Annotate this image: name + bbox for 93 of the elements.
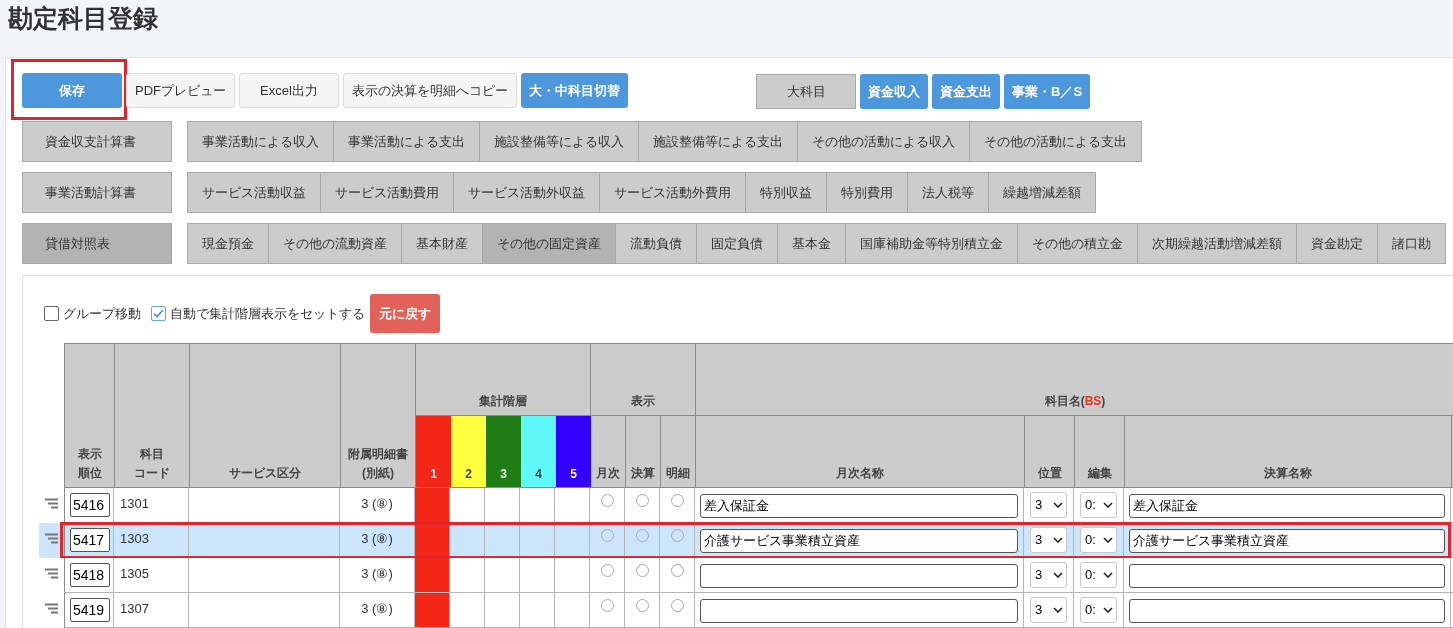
table-cell: 1307 [114,593,189,628]
column-header: 附属明細書 (別紙) [341,344,416,488]
category-tab[interactable]: 流動負債 [616,223,697,264]
column-header: 表示 順位 [65,344,115,488]
toolbar-button[interactable]: 表示の決算を明細へコピー [343,73,517,108]
drag-handle-icon[interactable] [45,533,58,544]
column-header: 決算 [626,416,661,488]
category-tab[interactable]: その他の積立金 [1018,223,1138,264]
column-header: 月次 [591,416,626,488]
settlement-name-field[interactable]: 介護サービス事業積立資産 [1129,529,1445,553]
toolbar-button[interactable]: PDFプレビュー [126,73,235,108]
table-cell: 1301 [114,488,189,523]
column-header: 明細 [661,416,696,488]
category-tab[interactable]: 固定負債 [697,223,778,264]
category-tab[interactable]: 国庫補助金等特別積立金 [846,223,1018,264]
chevron-down-icon [1103,572,1113,578]
drag-handle-icon[interactable] [45,603,58,614]
tier-header: 5 [556,416,591,488]
column-header: 決算名称 [1125,416,1452,488]
category-tab[interactable]: 基本金 [778,223,846,264]
monthly-name-field[interactable] [700,598,1018,623]
chevron-down-icon [1103,537,1113,543]
category-tab[interactable]: サービス活動外収益 [454,172,600,213]
settlement-name-field[interactable]: 差入保証金 [1129,494,1445,518]
order-field[interactable]: 5417 [70,528,110,552]
monthly-name-field[interactable] [700,563,1018,588]
category-tab[interactable]: サービス活動費用 [321,172,454,213]
tier-header: 3 [486,416,521,488]
category-tab[interactable]: 基本財産 [402,223,483,264]
statement-tab[interactable]: 事業活動計算書 [22,172,172,213]
category-tab[interactable]: 次期繰越活動増減差額 [1138,223,1297,264]
dropdown-select[interactable]: 3 [1030,597,1067,623]
category-tab[interactable]: その他の活動による支出 [970,121,1142,162]
category-tab[interactable]: 事業活動による収入 [188,121,334,162]
order-field[interactable]: 5416 [70,493,110,517]
settlement-name-field[interactable] [1129,563,1445,588]
tier-header: 2 [451,416,486,488]
chevron-down-icon [1053,537,1063,543]
check-icon [153,309,164,318]
category-tab[interactable]: 事業活動による支出 [334,121,480,162]
category-tab[interactable]: 現金預金 [188,223,269,264]
column-header: 集計階層 [416,344,591,416]
dropdown-select[interactable]: 0: [1080,527,1117,553]
column-header: 表示 [591,344,696,416]
column-header: 位置 [1025,416,1075,488]
category-tab[interactable]: その他の活動による収入 [798,121,970,162]
order-field[interactable]: 5419 [70,598,110,622]
category-tab[interactable]: 繰越増減差額 [989,172,1096,213]
settlement-name-field[interactable] [1129,598,1445,623]
dropdown-select[interactable]: 0: [1080,597,1117,623]
column-header: 科目 コード [115,344,190,488]
dropdown-select[interactable]: 3 [1030,527,1067,553]
order-field[interactable]: 5418 [70,563,110,587]
category-tab[interactable]: 諸口勘 [1378,223,1446,264]
category-tab[interactable]: その他の流動資産 [269,223,402,264]
category-tab[interactable]: その他の固定資産 [483,223,616,264]
column-header: 科目名(BS) [696,344,1453,416]
dropdown-select[interactable]: 3 [1030,562,1067,588]
category-tab[interactable]: 資金勘定 [1297,223,1378,264]
column-header: 月次名称 [696,416,1025,488]
checkbox-label[interactable]: 自動で集計階層表示をセットする [170,303,365,324]
monthly-name-field[interactable]: 介護サービス事業積立資産 [700,529,1018,553]
chevron-down-icon [1103,607,1113,613]
column-header: サービス区分 [190,344,341,488]
chevron-down-icon [1053,607,1063,613]
statement-tab[interactable]: 資金収支計算書 [22,121,172,162]
drag-handle-icon[interactable] [45,498,58,509]
tier-header: 4 [521,416,556,488]
monthly-name-field[interactable]: 差入保証金 [700,494,1018,518]
chevron-down-icon [1053,502,1063,508]
toolbar-button[interactable]: Excel出力 [239,73,339,108]
mode-button[interactable]: 大科目 [756,74,856,109]
category-tab[interactable]: 特別収益 [746,172,827,213]
checkbox-label[interactable]: グループ移動 [63,303,141,324]
category-tab[interactable]: 施設整備等による収入 [480,121,639,162]
dropdown-select[interactable]: 0: [1080,562,1117,588]
chevron-down-icon [1053,572,1063,578]
category-tab[interactable]: サービス活動外費用 [600,172,746,213]
chevron-down-icon [1103,502,1113,508]
dropdown-select[interactable]: 0: [1080,492,1117,518]
dropdown-select[interactable]: 3 [1030,492,1067,518]
checkbox[interactable] [151,306,166,321]
tier-header: 1 [416,416,451,488]
drag-handle-icon[interactable] [45,568,58,579]
category-tab[interactable]: サービス活動収益 [188,172,321,213]
page-title: 勘定科目登録 [8,3,158,34]
statement-tab[interactable]: 貸借対照表 [22,223,172,264]
checkbox[interactable] [44,306,59,321]
table-row[interactable]: 5417 1303 3 (⑧) 介護サービス事業積立資産 3 0: 介護サービス事業積立資産 [39,523,1453,558]
category-tab[interactable]: 施設整備等による支出 [639,121,798,162]
category-tab[interactable]: 特別費用 [827,172,908,213]
category-tab[interactable]: 法人税等 [908,172,989,213]
column-header: 編集 [1075,416,1125,488]
